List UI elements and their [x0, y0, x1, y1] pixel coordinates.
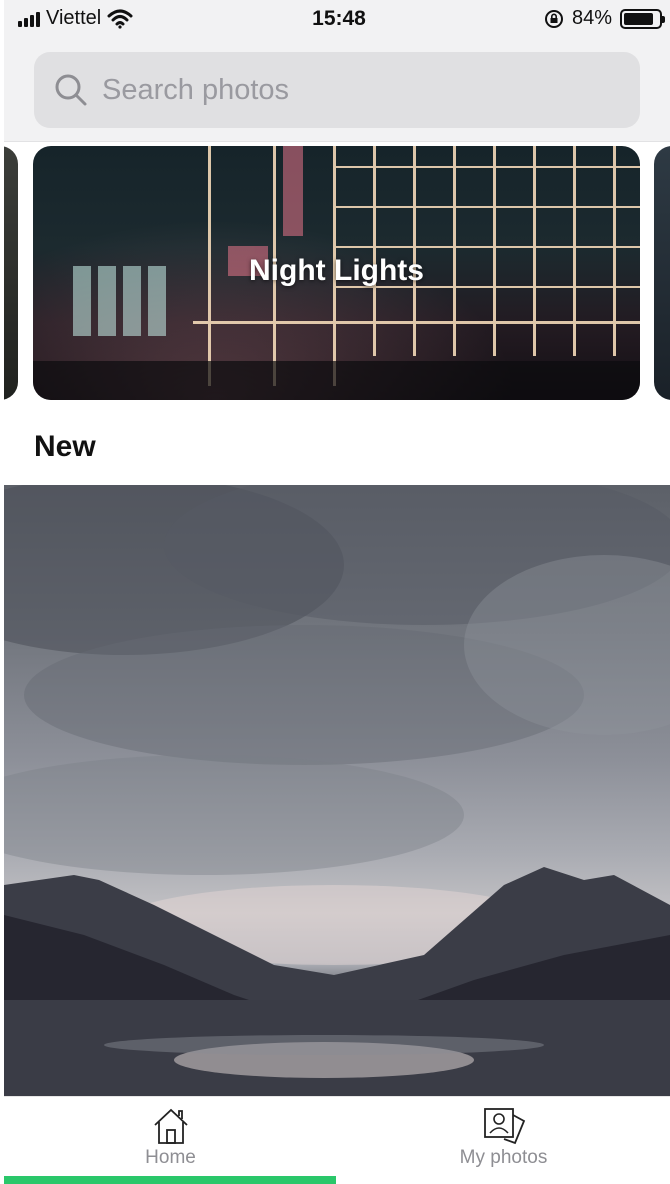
tab-my-photos[interactable]: My photos [337, 1097, 670, 1184]
featured-carousel[interactable]: Night Lights [4, 146, 670, 402]
carousel-card-next[interactable] [654, 146, 670, 400]
active-tab-indicator [4, 1176, 336, 1184]
section-title: New [34, 430, 96, 463]
search-box[interactable] [34, 52, 640, 128]
tab-home-label: Home [145, 1147, 196, 1168]
photos-icon [483, 1108, 525, 1145]
tab-bar: Home My photos [4, 1096, 670, 1184]
battery-fill [624, 12, 653, 25]
search-icon [55, 74, 87, 106]
search-input[interactable] [102, 73, 582, 107]
photo-item[interactable] [4, 485, 670, 1097]
carousel-card-title: Night Lights [249, 254, 424, 287]
search-header [4, 40, 670, 142]
tab-home[interactable]: Home [4, 1097, 337, 1184]
status-right: 84% [544, 7, 665, 30]
rotation-lock-icon [544, 9, 563, 28]
battery-icon [620, 8, 665, 29]
carousel-card-featured[interactable]: Night Lights [33, 146, 640, 400]
status-bar: Viettel 15:48 84% [4, 0, 670, 40]
carousel-card-previous[interactable] [4, 146, 18, 400]
battery-percent: 84% [571, 7, 612, 29]
app-screen: Viettel 15:48 84% Search photos Night Li… [0, 0, 670, 1184]
tab-my-photos-label: My photos [459, 1147, 548, 1168]
home-icon [153, 1108, 188, 1144]
landscape-photo [4, 485, 670, 1097]
